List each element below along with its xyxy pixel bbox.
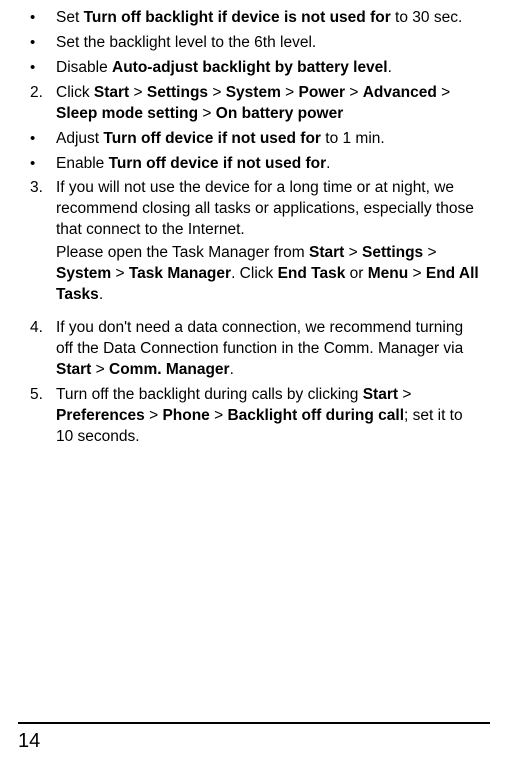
bold-text: Advanced — [363, 84, 437, 101]
bold-text: System — [226, 84, 281, 101]
bold-text: Start — [309, 244, 344, 261]
bold-text: Preferences — [56, 407, 145, 424]
item-content: If you don't need a data connection, we … — [56, 318, 480, 383]
body-text: . — [230, 361, 234, 378]
bullet-marker — [28, 8, 56, 31]
numbered-item: 5.Turn off the backlight during calls by… — [28, 385, 480, 450]
item-content: Set Turn off backlight if device is not … — [56, 8, 480, 31]
paragraph: Enable Turn off device if not used for. — [56, 154, 480, 175]
body-text: . — [388, 59, 392, 76]
bold-text: Start — [94, 84, 129, 101]
body-text: > — [208, 84, 226, 101]
body-text: Disable — [56, 59, 112, 76]
bold-text: Sleep mode setting — [56, 105, 198, 122]
numbered-item: 3.If you will not use the device for a l… — [28, 178, 480, 308]
bold-text: End Task — [278, 265, 346, 282]
bold-text: Settings — [362, 244, 423, 261]
bullet-item: Set the backlight level to the 6th level… — [28, 33, 480, 56]
body-text: > — [91, 361, 109, 378]
body-text: Set — [56, 9, 84, 26]
body-text: or — [345, 265, 367, 282]
footer-rule — [18, 722, 490, 724]
body-text: > — [423, 244, 436, 261]
numbered-item: 2.Click Start > Settings > System > Powe… — [28, 83, 480, 127]
body-text: > — [111, 265, 129, 282]
bold-text: Turn off device if not used for — [103, 130, 321, 147]
item-content: Turn off the backlight during calls by c… — [56, 385, 480, 450]
bullet-marker — [28, 154, 56, 177]
bold-text: Task Manager — [129, 265, 231, 282]
bullet-item: Disable Auto-adjust backlight by battery… — [28, 58, 480, 81]
bold-text: Power — [299, 84, 346, 101]
body-text: Enable — [56, 155, 109, 172]
body-text: to 1 min. — [321, 130, 385, 147]
bold-text: Turn off backlight if device is not used… — [84, 9, 391, 26]
paragraph: Turn off the backlight during calls by c… — [56, 385, 480, 448]
item-content: Adjust Turn off device if not used for t… — [56, 129, 480, 152]
body-text: > — [198, 105, 216, 122]
bold-text: Phone — [162, 407, 209, 424]
bullet-marker — [28, 129, 56, 152]
bold-text: Menu — [368, 265, 408, 282]
body-text: > — [345, 84, 363, 101]
bold-text: System — [56, 265, 111, 282]
paragraph: Click Start > Settings > System > Power … — [56, 83, 480, 125]
page-body: Set Turn off backlight if device is not … — [0, 0, 508, 450]
body-text: . — [99, 286, 103, 303]
paragraph: If you don't need a data connection, we … — [56, 318, 480, 381]
body-text: Click — [56, 84, 94, 101]
bold-text: Auto-adjust backlight by battery level — [112, 59, 388, 76]
body-text: Please open the Task Manager from — [56, 244, 309, 261]
item-content: Enable Turn off device if not used for. — [56, 154, 480, 177]
item-content: Click Start > Settings > System > Power … — [56, 83, 480, 127]
paragraph: Disable Auto-adjust backlight by battery… — [56, 58, 480, 79]
bold-text: Backlight off during call — [227, 407, 404, 424]
body-text: Set the backlight level to the 6th level… — [56, 34, 316, 51]
paragraph: Set the backlight level to the 6th level… — [56, 33, 480, 54]
bold-text: Start — [56, 361, 91, 378]
number-marker: 4. — [28, 318, 56, 383]
item-content: If you will not use the device for a lon… — [56, 178, 480, 308]
bold-text: Start — [363, 386, 398, 403]
bullet-marker — [28, 58, 56, 81]
bold-text: Turn off device if not used for — [109, 155, 327, 172]
body-text: If you will not use the device for a lon… — [56, 179, 474, 238]
bullet-item: Enable Turn off device if not used for. — [28, 154, 480, 177]
page-footer: 14 — [0, 722, 508, 755]
numbered-item: 4.If you don't need a data connection, w… — [28, 318, 480, 383]
body-text: . — [326, 155, 330, 172]
bold-text: Comm. Manager — [109, 361, 230, 378]
paragraph: Set Turn off backlight if device is not … — [56, 8, 480, 29]
item-content: Set the backlight level to the 6th level… — [56, 33, 480, 56]
paragraph: Please open the Task Manager from Start … — [56, 243, 480, 306]
spacer — [28, 310, 480, 318]
item-content: Disable Auto-adjust backlight by battery… — [56, 58, 480, 81]
bullet-item: Adjust Turn off device if not used for t… — [28, 129, 480, 152]
bold-text: Settings — [147, 84, 208, 101]
body-text: > — [145, 407, 163, 424]
number-marker: 2. — [28, 83, 56, 127]
bullet-marker — [28, 33, 56, 56]
body-text: Adjust — [56, 130, 103, 147]
body-text: > — [129, 84, 147, 101]
body-text: > — [281, 84, 299, 101]
body-text: If you don't need a data connection, we … — [56, 319, 463, 357]
body-text: > — [437, 84, 450, 101]
paragraph: If you will not use the device for a lon… — [56, 178, 480, 241]
body-text: > — [408, 265, 426, 282]
body-text: to 30 sec. — [391, 9, 463, 26]
body-text: > — [210, 407, 228, 424]
body-text: > — [398, 386, 411, 403]
body-text: > — [344, 244, 362, 261]
body-text: . Click — [231, 265, 278, 282]
body-text: Turn off the backlight during calls by c… — [56, 386, 363, 403]
number-marker: 3. — [28, 178, 56, 308]
page-number: 14 — [0, 728, 508, 755]
number-marker: 5. — [28, 385, 56, 450]
bullet-item: Set Turn off backlight if device is not … — [28, 8, 480, 31]
paragraph: Adjust Turn off device if not used for t… — [56, 129, 480, 150]
bold-text: On battery power — [216, 105, 343, 122]
